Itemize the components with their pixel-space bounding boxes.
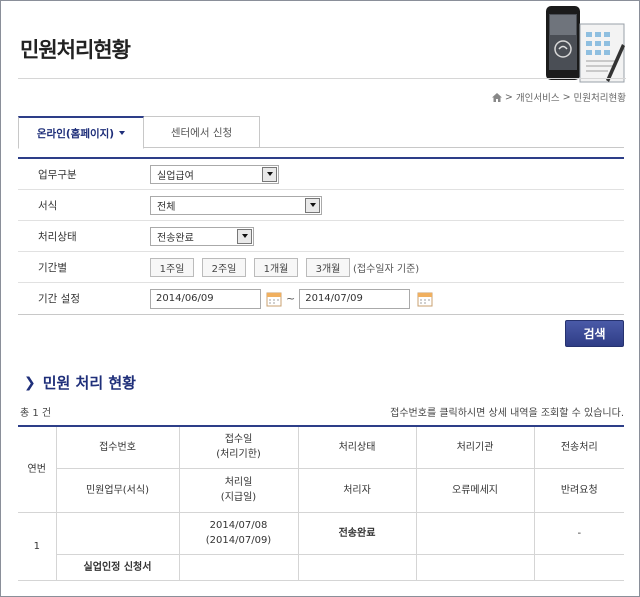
row-agency <box>415 511 535 555</box>
format-value: 전체 <box>157 201 176 213</box>
calendar-icon[interactable] <box>266 291 282 307</box>
breadcrumb-item-personal[interactable]: 개인서비스 <box>516 90 560 104</box>
col-transfer-header: 전송처리 <box>533 425 624 469</box>
row-status: 전송완료 <box>297 511 417 555</box>
category-label: 업무구분 <box>38 168 77 181</box>
format-select[interactable]: 전체 <box>150 195 322 215</box>
form-row-period: 기간별 1주일 2주일 1개월 3개월 (접수일자 기준) <box>18 252 624 283</box>
range-label: 기간 설정 <box>38 293 80 305</box>
row-date: 2014/07/08 (2014/07/09) <box>178 511 299 555</box>
col-return-header: 반려요청 <box>533 467 624 513</box>
table-header-row: 민원업무(서식) 처리일 (지급일) 처리자 오류메세지 반려요청 <box>18 467 624 513</box>
table-row: 1 2014/07/08 (2014/07/09) 전송완료 - <box>18 511 624 581</box>
form-row-status: 처리상태 전송완료 <box>18 221 624 252</box>
row-handler <box>297 553 417 581</box>
search-button[interactable]: 검색 <box>565 320 624 347</box>
caret-down-icon <box>119 131 126 135</box>
row-no: 1 <box>18 511 57 581</box>
period-2week-button[interactable]: 2주일 <box>202 257 246 277</box>
col-handler-header: 처리자 <box>297 467 417 513</box>
format-label: 서식 <box>38 199 58 212</box>
dropdown-arrow-icon <box>305 197 320 213</box>
row-date-value: 2014/07/08 <box>209 520 268 531</box>
tab-online-label: 온라인(홈페이지) <box>36 127 115 140</box>
col-paid-label: (지급일) <box>220 492 257 503</box>
col-processed-header: 처리일 (지급일) <box>178 467 299 513</box>
col-error-header: 오류메세지 <box>415 467 535 513</box>
tab-online[interactable]: 온라인(홈페이지) <box>18 116 144 149</box>
period-1month-button[interactable]: 1개월 <box>254 257 298 277</box>
table-hint: 접수번호를 클릭하시면 상세 내역을 조회할 수 있습니다. <box>390 408 624 419</box>
form-row-category: 업무구분 실업급여 <box>18 159 624 190</box>
tab-center-label: 센터에서 신청 <box>170 126 233 139</box>
row-deadline-value: (2014/07/09) <box>205 535 272 546</box>
breadcrumb-item-current: 민원처리현황 <box>573 93 626 104</box>
breadcrumb-sep: > <box>562 91 571 103</box>
col-task-header: 민원업무(서식) <box>56 467 180 513</box>
col-deadline-label: (처리기한) <box>216 449 261 461</box>
section-title-text: 민원 처리 현황 <box>42 374 136 392</box>
period-label: 기간별 <box>38 261 67 274</box>
col-agency-header: 처리기관 <box>415 425 535 469</box>
category-value: 실업급여 <box>157 170 194 182</box>
row-task: 실업인정 신청서 <box>56 553 180 581</box>
dropdown-arrow-icon <box>237 228 252 244</box>
date-to-input[interactable]: 2014/07/09 <box>299 288 411 309</box>
section-title: ❯ 민원 처리 현황 <box>24 372 136 393</box>
chevron-right-icon: ❯ <box>24 374 36 391</box>
results-table: 연번 접수번호 접수일 (처리기한) 처리상태 처리기관 전송처리 민원업무(서식… <box>18 425 624 581</box>
breadcrumb-sep: > <box>504 91 513 103</box>
period-note: (접수일자 기준) <box>353 263 420 275</box>
table-row: 실업인정 신청서 <box>18 553 624 581</box>
col-status-header: 처리상태 <box>297 425 417 469</box>
calendar-icon[interactable] <box>417 291 433 307</box>
col-date-label: 접수일 <box>224 434 253 446</box>
date-from-input[interactable]: 2014/06/09 <box>150 288 261 309</box>
status-select[interactable]: 전송완료 <box>150 226 254 246</box>
search-form: 업무구분 실업급여 서식 전체 처리상태 전송완료 기간별 1주일 2주일 1개… <box>18 157 624 315</box>
breadcrumb: > 개인서비스 > 민원처리현황 <box>491 90 626 104</box>
row-receipt-no[interactable] <box>55 511 180 555</box>
category-select[interactable]: 실업급여 <box>150 164 279 184</box>
phone-tablet-illustration <box>546 6 625 83</box>
page-title: 민원처리현황 <box>20 38 131 62</box>
dropdown-arrow-icon <box>262 166 277 182</box>
col-date-header: 접수일 (처리기한) <box>178 425 299 469</box>
form-row-format: 서식 전체 <box>18 190 624 221</box>
form-row-range: 기간 설정 2014/06/09 ~ 2014/07/09 <box>18 283 624 314</box>
status-label: 처리상태 <box>38 230 77 243</box>
home-icon[interactable] <box>491 92 502 102</box>
row-return <box>533 553 624 581</box>
col-receipt-header: 접수번호 <box>55 425 180 469</box>
row-transfer: - <box>533 511 624 555</box>
col-no-header: 연번 <box>18 425 57 513</box>
range-separator: ~ <box>286 292 296 305</box>
tab-center[interactable]: 센터에서 신청 <box>144 116 260 148</box>
col-processed-label: 처리일 <box>224 477 253 488</box>
period-3month-button[interactable]: 3개월 <box>306 257 350 277</box>
total-count: 총 1 건 <box>20 408 52 419</box>
tab-bar: 온라인(홈페이지) 센터에서 신청 <box>18 116 624 149</box>
row-processed <box>178 553 299 581</box>
period-1week-button[interactable]: 1주일 <box>150 257 194 277</box>
table-header-row: 연번 접수번호 접수일 (처리기한) 처리상태 처리기관 전송처리 <box>18 425 624 513</box>
title-divider <box>18 78 626 79</box>
row-error <box>415 553 535 581</box>
status-value: 전송완료 <box>157 232 194 244</box>
